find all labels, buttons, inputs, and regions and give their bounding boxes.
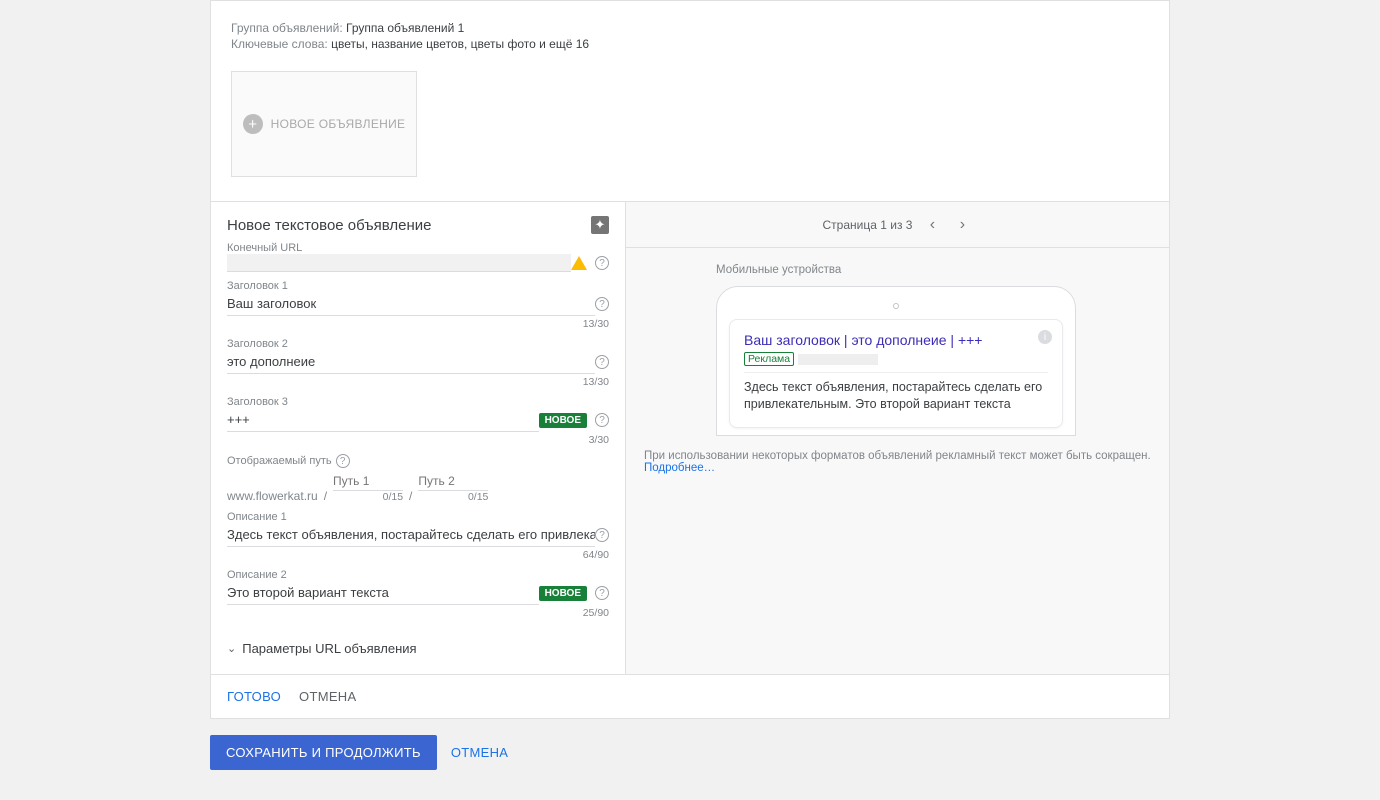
desc2-input[interactable] <box>227 581 539 605</box>
group-label: Группа объявлений: <box>231 21 343 35</box>
warning-icon <box>571 256 587 270</box>
help-icon[interactable]: ? <box>336 454 350 468</box>
headline3-counter: 3/30 <box>227 434 609 446</box>
ad-group-header: Группа объявлений: Группа объявлений 1 К… <box>211 1 1169 201</box>
desc1-label: Описание 1 <box>227 511 609 523</box>
save-continue-button[interactable]: СОХРАНИТЬ И ПРОДОЛЖИТЬ <box>210 735 437 770</box>
device-label: Мобильные устройства <box>716 264 1151 276</box>
path2-counter: 0/15 <box>468 491 488 503</box>
help-icon[interactable]: ? <box>595 355 609 369</box>
preview-note-link[interactable]: Подробнее… <box>644 462 715 474</box>
help-icon[interactable]: ? <box>595 586 609 600</box>
device-frame: i Ваш заголовок | это дополнеие | +++ Ре… <box>716 286 1076 436</box>
chevron-down-icon: ⌄ <box>227 642 236 655</box>
ad-preview-description: Здесь текст объявления, постарайтесь сде… <box>744 379 1048 413</box>
final-url-input[interactable] <box>227 254 571 272</box>
info-icon[interactable]: i <box>1038 330 1052 344</box>
help-icon[interactable]: ? <box>595 297 609 311</box>
path-domain: www.flowerkat.ru <box>227 489 318 503</box>
new-ad-tile[interactable]: + НОВОЕ ОБЪЯВЛЕНИЕ <box>231 71 417 177</box>
new-ad-label: НОВОЕ ОБЪЯВЛЕНИЕ <box>271 117 406 131</box>
final-url-label: Конечный URL <box>227 242 609 254</box>
headline1-counter: 13/30 <box>227 318 609 330</box>
headline2-counter: 13/30 <box>227 376 609 388</box>
cancel-inner-button[interactable]: ОТМЕНА <box>299 689 356 704</box>
device-camera-icon <box>893 303 899 309</box>
pager-label: Страница 1 из 3 <box>823 218 913 232</box>
keywords-value: цветы, название цветов, цветы фото и ещё… <box>331 37 589 51</box>
desc1-input[interactable] <box>227 523 595 547</box>
editor-title: Новое текстовое объявление <box>227 217 431 234</box>
plus-icon: + <box>243 114 263 134</box>
group-value: Группа объявлений 1 <box>346 21 464 35</box>
next-page-button[interactable]: › <box>952 216 972 234</box>
ad-editor-panel: Новое текстовое объявление ✦ Конечный UR… <box>211 202 626 674</box>
ad-url-placeholder <box>798 354 878 365</box>
path1-counter: 0/15 <box>383 491 403 503</box>
headline2-label: Заголовок 2 <box>227 338 609 350</box>
new-badge: НОВОЕ <box>539 586 587 601</box>
headline2-input[interactable] <box>227 350 595 374</box>
path-label: Отображаемый путь <box>227 455 332 467</box>
url-params-toggle[interactable]: ⌄ Параметры URL объявления <box>227 641 609 656</box>
ad-preview-panel: Страница 1 из 3 ‹ › Мобильные устройства… <box>626 202 1169 674</box>
help-icon[interactable]: ? <box>595 256 609 270</box>
ad-preview-title: Ваш заголовок | это дополнеие | +++ <box>744 332 1048 348</box>
desc1-counter: 64/90 <box>227 549 609 561</box>
done-button[interactable]: ГОТОВО <box>227 689 281 704</box>
path2-input[interactable] <box>418 474 488 491</box>
path1-input[interactable] <box>333 474 403 491</box>
url-params-label: Параметры URL объявления <box>242 641 416 656</box>
prev-page-button[interactable]: ‹ <box>922 216 942 234</box>
keywords-label: Ключевые слова: <box>231 37 328 51</box>
headline1-input[interactable] <box>227 292 595 316</box>
preview-note-text: При использовании некоторых форматов объ… <box>644 450 1151 462</box>
headline3-input[interactable] <box>227 408 539 432</box>
headline1-label: Заголовок 1 <box>227 280 609 292</box>
desc2-label: Описание 2 <box>227 569 609 581</box>
desc2-counter: 25/90 <box>227 607 609 619</box>
help-icon[interactable]: ? <box>595 528 609 542</box>
new-badge: НОВОЕ <box>539 413 587 428</box>
headline3-label: Заголовок 3 <box>227 396 609 408</box>
ad-badge: Реклама <box>744 352 794 366</box>
ad-preview-card: i Ваш заголовок | это дополнеие | +++ Ре… <box>729 319 1063 428</box>
help-icon[interactable]: ? <box>595 413 609 427</box>
suggestions-icon[interactable]: ✦ <box>591 216 609 234</box>
